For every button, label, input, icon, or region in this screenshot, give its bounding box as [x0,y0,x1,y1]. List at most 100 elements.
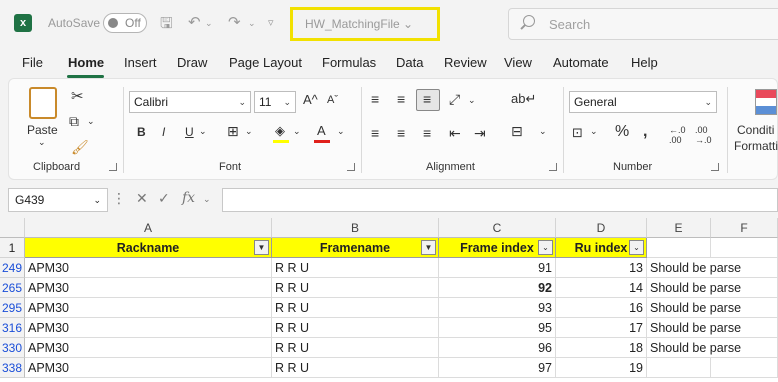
framename-cell[interactable]: R R U [272,278,439,298]
filter-active-icon[interactable]: ▼ [421,240,436,255]
tab-file[interactable]: File [22,55,43,70]
frame-index-cell[interactable]: 95 [439,318,556,338]
align-left-icon[interactable]: ≡ [371,125,379,141]
borders-dropdown-icon[interactable]: ⌄ [245,126,253,137]
bold-icon[interactable]: B [137,125,146,139]
empty-cell[interactable] [711,258,778,278]
empty-cell[interactable] [711,338,778,358]
font-size-select[interactable]: 11 ⌄ [254,91,296,113]
save-icon[interactable]: 🖫 [160,13,173,38]
paste-button[interactable]: Paste [27,123,58,137]
font-name-select[interactable]: Calibri ⌄ [129,91,251,113]
redo-dropdown-icon[interactable]: ⌄ [248,18,256,29]
customize-toolbar-icon[interactable]: ▿ [268,16,274,29]
header-cell-rackname[interactable]: Rackname [25,238,272,258]
column-header-f[interactable]: F [711,218,778,238]
column-header-a[interactable]: A [25,218,272,238]
merge-center-icon[interactable]: ⊟ [511,123,523,140]
clipboard-launcher-icon[interactable] [109,163,117,171]
font-color-dropdown-icon[interactable]: ⌄ [337,126,345,137]
conditional-formatting-label[interactable]: Conditi [737,123,774,137]
cancel-icon[interactable]: ✕ [136,190,148,207]
column-header-c[interactable]: C [439,218,556,238]
column-header-e[interactable]: E [647,218,711,238]
percent-style-icon[interactable]: % [615,123,629,141]
column-header-d[interactable]: D [556,218,647,238]
tab-review[interactable]: Review [444,55,487,70]
select-all-corner[interactable] [0,218,25,238]
decrease-indent-icon[interactable]: ⇤ [449,125,461,142]
align-top-icon[interactable]: ≡ [371,91,379,107]
filename-dropdown[interactable]: HW_MatchingFile ⌄ [290,7,440,41]
font-color-icon[interactable]: A [317,123,326,138]
decrease-decimal-icon[interactable]: .00 →.0 [695,125,712,145]
search-box[interactable]: Search [508,8,778,40]
autosave-toggle[interactable]: Off [103,13,147,33]
empty-cell[interactable] [647,238,711,258]
increase-decimal-icon[interactable]: ←.0.00 [669,125,686,145]
merge-dropdown-icon[interactable]: ⌄ [539,126,547,137]
frame-index-cell[interactable]: 93 [439,298,556,318]
cut-icon[interactable]: ✂ [71,87,84,105]
ru-index-cell[interactable]: 19 [556,358,647,378]
filter-dropdown-icon[interactable]: ⌄ [629,240,644,255]
number-launcher-icon[interactable] [711,163,719,171]
paste-dropdown-icon[interactable]: ⌄ [38,137,46,148]
empty-cell[interactable] [711,278,778,298]
comma-style-icon[interactable]: , [643,123,647,141]
rackname-cell[interactable]: APM30 [25,338,272,358]
ru-index-cell[interactable]: 13 [556,258,647,278]
row-header[interactable]: 330 [0,338,25,358]
increase-font-icon[interactable]: A^ [303,92,318,107]
number-format-select[interactable]: General ⌄ [569,91,717,113]
framename-cell[interactable]: R R U [272,318,439,338]
increase-indent-icon[interactable]: ⇥ [474,125,486,142]
copy-dropdown-icon[interactable]: ⌄ [87,116,95,127]
ru-index-cell[interactable]: 17 [556,318,647,338]
tab-data[interactable]: Data [396,55,423,70]
framename-cell[interactable]: R R U [272,358,439,378]
alignment-launcher-icon[interactable] [549,163,557,171]
underline-dropdown-icon[interactable]: ⌄ [199,126,207,137]
frame-index-cell[interactable]: 96 [439,338,556,358]
column-header-b[interactable]: B [272,218,439,238]
enter-icon[interactable]: ✓ [158,190,170,207]
orientation-dropdown-icon[interactable]: ⌄ [468,95,476,106]
empty-cell[interactable] [711,318,778,338]
italic-icon[interactable]: I [162,125,165,139]
frame-index-cell[interactable]: 92 [439,278,556,298]
row-header[interactable]: 249 [0,258,25,278]
note-cell[interactable]: Should be parse [647,318,741,338]
rackname-cell[interactable]: APM30 [25,358,272,378]
row-header[interactable]: 295 [0,298,25,318]
tab-automate[interactable]: Automate [553,55,609,70]
frame-index-cell[interactable]: 91 [439,258,556,278]
borders-icon[interactable]: ⊞ [227,123,239,140]
note-cell[interactable] [647,358,711,378]
ru-index-cell[interactable]: 18 [556,338,647,358]
ru-index-cell[interactable]: 14 [556,278,647,298]
insert-function-icon[interactable]: fx [182,190,195,206]
framename-cell[interactable]: R R U [272,258,439,278]
fill-color-icon[interactable]: ◈ [275,123,285,139]
empty-cell[interactable] [711,238,778,258]
note-cell[interactable]: Should be parse [647,338,741,358]
redo-icon[interactable]: ↷ [228,13,241,31]
orientation-icon[interactable]: ⤢ [449,91,460,108]
align-middle-icon[interactable]: ≡ [397,91,405,107]
accounting-format-icon[interactable]: ⊡ [572,125,583,141]
filter-active-icon[interactable]: ▼ [254,240,269,255]
tab-draw[interactable]: Draw [177,55,207,70]
tab-formulas[interactable]: Formulas [322,55,376,70]
empty-cell[interactable] [711,358,778,378]
framename-cell[interactable]: R R U [272,298,439,318]
filter-dropdown-icon[interactable]: ⌄ [538,240,553,255]
tab-view[interactable]: View [504,55,532,70]
framename-cell[interactable]: R R U [272,338,439,358]
wrap-text-icon[interactable]: ab↵ [511,91,536,107]
row-header[interactable]: 316 [0,318,25,338]
format-painter-icon[interactable]: 🖌 [71,139,89,156]
rackname-cell[interactable]: APM30 [25,258,272,278]
note-cell[interactable]: Should be parse [647,258,741,278]
rackname-cell[interactable]: APM30 [25,318,272,338]
